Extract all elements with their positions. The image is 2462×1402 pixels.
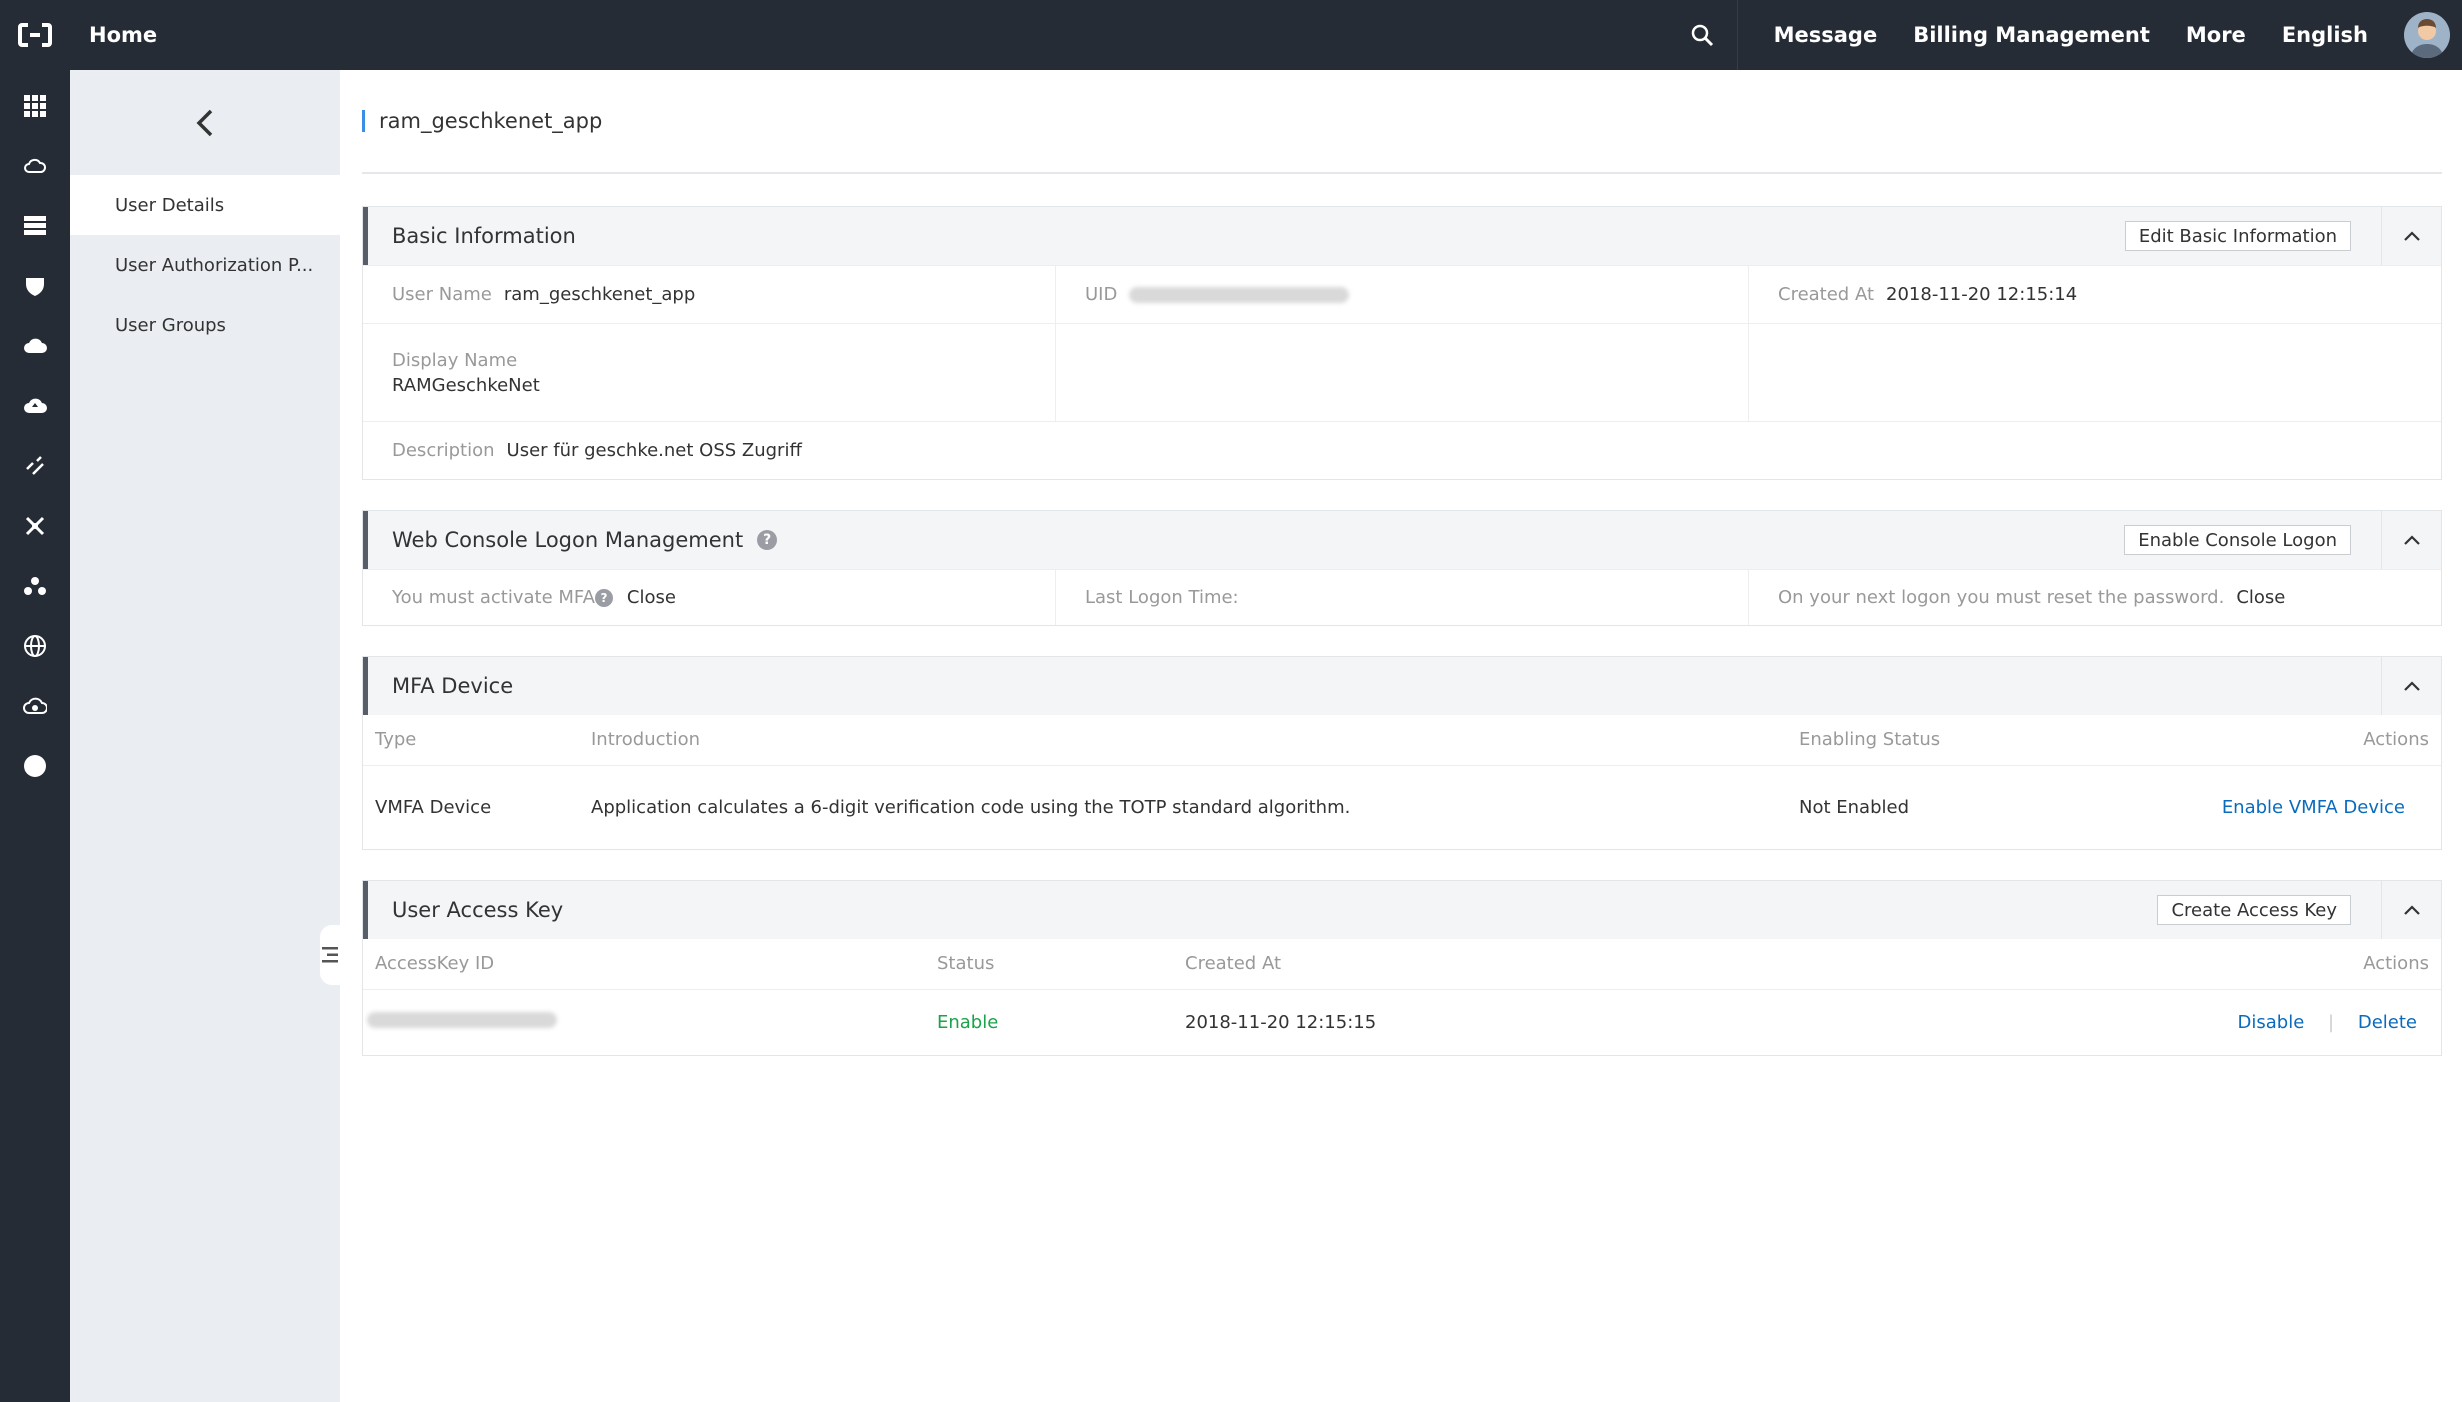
panel-title: MFA Device bbox=[392, 674, 514, 698]
description-field: Description User für geschke.net OSS Zug… bbox=[392, 440, 802, 461]
collapse-panel-button[interactable] bbox=[2381, 657, 2441, 715]
home-link[interactable]: Home bbox=[89, 23, 157, 47]
console-logon-header: Web Console Logon Management ? Enable Co… bbox=[363, 511, 2441, 569]
display-name-field: Display Name RAMGeschkeNet bbox=[392, 349, 540, 396]
uid-redacted-value bbox=[1129, 286, 1350, 303]
basic-information-header: Basic Information Edit Basic Information bbox=[363, 207, 2441, 265]
access-key-header: User Access Key Create Access Key bbox=[363, 881, 2441, 939]
sidebar-item-user-authorization[interactable]: User Authorization P... bbox=[70, 235, 340, 295]
mfa-status: Not Enabled bbox=[1799, 796, 1909, 818]
display-name-value: RAMGeschkeNet bbox=[392, 374, 540, 396]
billing-management-link[interactable]: Billing Management bbox=[1895, 23, 2168, 47]
user-detail-sidebar: User Details User Authorization P... Use… bbox=[70, 70, 340, 1402]
mfa-type: VMFA Device bbox=[375, 796, 492, 818]
column-header: Created At bbox=[1173, 939, 1807, 990]
shield-icon[interactable] bbox=[21, 272, 49, 300]
disable-access-key-link[interactable]: Disable bbox=[2238, 1012, 2305, 1033]
access-key-id-redacted bbox=[367, 1011, 557, 1028]
panel-title: Basic Information bbox=[392, 224, 576, 248]
description-value: User für geschke.net OSS Zugriff bbox=[506, 440, 802, 461]
top-navigation-bar: Home Message Billing Management More Eng… bbox=[0, 0, 2462, 70]
console-logo-icon[interactable] bbox=[0, 0, 70, 70]
tools-icon[interactable] bbox=[21, 512, 49, 540]
console-logon-panel: Web Console Logon Management ? Enable Co… bbox=[362, 510, 2442, 626]
chevron-up-icon bbox=[2403, 905, 2420, 915]
user-name-field: User Name ram_geschkenet_app bbox=[392, 284, 696, 305]
collapse-panel-button[interactable] bbox=[2381, 511, 2441, 569]
column-header: Actions bbox=[2059, 715, 2441, 766]
cloud-link-icon[interactable] bbox=[21, 152, 49, 180]
access-key-table: AccessKey ID Status Created At Actions E… bbox=[363, 939, 2441, 1055]
empty-cell bbox=[1055, 324, 1748, 421]
created-at-field: Created At 2018-11-20 12:15:14 bbox=[1748, 266, 2441, 323]
collapse-sidebar-handle[interactable] bbox=[320, 925, 340, 985]
sidebar-item-user-groups[interactable]: User Groups bbox=[70, 295, 340, 355]
more-menu[interactable]: More bbox=[2168, 23, 2264, 47]
last-logon-field: Last Logon Time: bbox=[1055, 570, 1748, 625]
table-row: VMFA Device Application calculates a 6-d… bbox=[363, 765, 2441, 849]
access-key-status: Enable bbox=[937, 1011, 999, 1033]
storage-icon[interactable] bbox=[21, 212, 49, 240]
circle-icon[interactable] bbox=[21, 752, 49, 780]
chevron-up-icon bbox=[2403, 231, 2420, 241]
mfa-required-field: You must activate MFA ? Close bbox=[392, 587, 676, 608]
grid-menu-icon[interactable] bbox=[21, 92, 49, 120]
collapse-panel-button[interactable] bbox=[2381, 207, 2441, 265]
reset-password-field: On your next logon you must reset the pa… bbox=[1748, 570, 2441, 625]
globe-icon[interactable] bbox=[21, 632, 49, 660]
uid-field: UID bbox=[1055, 266, 1748, 323]
sidebar-item-user-details[interactable]: User Details bbox=[70, 175, 340, 235]
enable-console-logon-button[interactable]: Enable Console Logon bbox=[2124, 525, 2351, 555]
enable-vmfa-device-link[interactable]: Enable VMFA Device bbox=[2222, 797, 2405, 818]
product-icon-rail bbox=[0, 70, 70, 1402]
mfa-required-value: Close bbox=[626, 587, 676, 608]
page-header: ram_geschkenet_app bbox=[362, 70, 2442, 174]
cloud-settings-icon[interactable] bbox=[21, 692, 49, 720]
chevron-up-icon bbox=[2403, 535, 2420, 545]
delete-access-key-link[interactable]: Delete bbox=[2358, 1012, 2417, 1033]
mfa-device-panel: MFA Device Type Introduction Enabling St… bbox=[362, 656, 2442, 850]
column-header: AccessKey ID bbox=[363, 939, 925, 990]
chevron-up-icon bbox=[2403, 681, 2420, 691]
access-key-created-at: 2018-11-20 12:15:15 bbox=[1185, 1011, 1377, 1033]
message-link[interactable]: Message bbox=[1738, 23, 1896, 47]
mfa-introduction: Application calculates a 6-digit verific… bbox=[591, 796, 1351, 818]
language-selector[interactable]: English bbox=[2264, 23, 2386, 47]
chevron-left-icon bbox=[196, 109, 213, 136]
user-avatar[interactable] bbox=[2404, 12, 2450, 58]
column-header: Type bbox=[363, 715, 579, 766]
cluster-icon[interactable] bbox=[21, 572, 49, 600]
network-icon[interactable] bbox=[21, 452, 49, 480]
action-separator: | bbox=[2328, 1011, 2335, 1033]
column-header: Enabling Status bbox=[1787, 715, 2060, 766]
title-accent-bar bbox=[362, 110, 365, 132]
page-title: ram_geschkenet_app bbox=[379, 109, 603, 133]
mfa-device-table: Type Introduction Enabling Status Action… bbox=[363, 715, 2441, 849]
mfa-device-header: MFA Device bbox=[363, 657, 2441, 715]
create-access-key-button[interactable]: Create Access Key bbox=[2157, 895, 2351, 925]
empty-cell bbox=[1748, 324, 2441, 421]
column-header: Actions bbox=[1806, 939, 2441, 990]
main-content: ram_geschkenet_app Basic Information Edi… bbox=[362, 70, 2442, 1056]
column-header: Introduction bbox=[579, 715, 1787, 766]
user-name-value: ram_geschkenet_app bbox=[503, 284, 696, 305]
panel-title: Web Console Logon Management bbox=[392, 528, 744, 552]
edit-basic-information-button[interactable]: Edit Basic Information bbox=[2124, 221, 2351, 251]
access-key-panel: User Access Key Create Access Key Access… bbox=[362, 880, 2442, 1056]
reset-password-value: Close bbox=[2236, 587, 2286, 608]
help-icon[interactable]: ? bbox=[757, 530, 778, 550]
collapse-panel-button[interactable] bbox=[2381, 881, 2441, 939]
panel-title: User Access Key bbox=[392, 898, 564, 922]
created-at-value: 2018-11-20 12:15:14 bbox=[1886, 284, 2078, 305]
cloud-icon[interactable] bbox=[21, 332, 49, 360]
basic-information-panel: Basic Information Edit Basic Information… bbox=[362, 206, 2442, 480]
search-icon[interactable] bbox=[1668, 0, 1738, 70]
list-collapse-icon bbox=[322, 947, 338, 963]
help-icon[interactable]: ? bbox=[594, 588, 613, 607]
column-header: Status bbox=[925, 939, 1173, 990]
cloud-upload-icon[interactable] bbox=[21, 392, 49, 420]
table-row: Enable 2018-11-20 12:15:15 Disable | Del… bbox=[363, 989, 2441, 1055]
back-button[interactable] bbox=[70, 70, 340, 175]
